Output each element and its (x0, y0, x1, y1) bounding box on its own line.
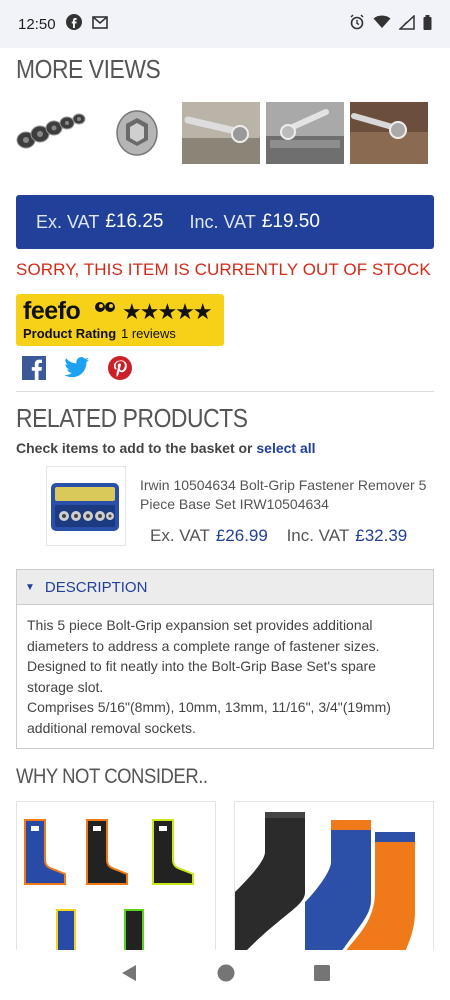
out-of-stock-message: SORRY, THIS ITEM IS CURRENTLY OUT OF STO… (16, 260, 431, 279)
description-sizes: Comprises 5/16"(8mm), 10mm, 13mm, 11/16"… (27, 699, 391, 736)
price-bar: Ex. VAT £16.25 Inc. VAT £19.50 (16, 195, 434, 249)
home-icon[interactable] (217, 964, 235, 987)
more-views-title: MORE VIEWS (16, 54, 161, 84)
system-nav-bar (0, 950, 450, 1000)
battery-icon (423, 14, 432, 34)
status-bar: 12:50 (0, 0, 450, 48)
why-not-consider-title: WHY NOT CONSIDER.. (16, 765, 208, 788)
page-content: MORE VIEWS Ex. VAT £16.25 Inc. VAT £19.5… (0, 48, 450, 950)
product-rating-label: Product Rating (23, 326, 117, 341)
back-icon[interactable] (120, 964, 138, 987)
inc-vat-label: Inc. VAT (189, 211, 256, 232)
related-ex-vat-label: Ex. VAT (150, 526, 210, 545)
inc-vat-price: £19.50 (261, 211, 320, 232)
related-product-name[interactable]: Irwin 10504634 Bolt-Grip Fastener Remove… (140, 476, 430, 514)
rating-stars: ★★★★★ (122, 299, 213, 324)
thumbnail-strip (14, 102, 428, 164)
check-items-hint: Check items to add to the basket or sele… (16, 440, 316, 456)
pinterest-share-icon[interactable] (108, 356, 132, 385)
reviews-count: 1 reviews (121, 326, 176, 341)
related-inc-vat-label: Inc. VAT (286, 526, 350, 545)
related-inc-vat-price: £32.39 (355, 526, 408, 545)
related-ex-vat-price: £26.99 (215, 526, 268, 545)
alarm-icon (349, 14, 365, 34)
description-text: This 5 piece Bolt-Grip expansion set pro… (27, 617, 380, 695)
related-product-prices: Ex. VAT £26.99 Inc. VAT £32.39 (150, 526, 421, 546)
thumb-socket-wrench[interactable] (182, 102, 260, 164)
twitter-share-icon[interactable] (64, 357, 90, 384)
description-toggle[interactable]: ▼ DESCRIPTION (17, 570, 433, 605)
related-product-image[interactable] (46, 466, 126, 546)
thumb-wrench-rail[interactable] (266, 102, 344, 164)
facebook-icon (65, 14, 82, 34)
description-panel: ▼ DESCRIPTION This 5 piece Bolt-Grip exp… (16, 569, 434, 749)
description-body: This 5 piece Bolt-Grip expansion set pro… (17, 605, 433, 748)
mail-icon (91, 15, 108, 33)
divider (16, 391, 434, 392)
wifi-icon (373, 15, 391, 33)
related-products-title: RELATED PRODUCTS (16, 403, 248, 433)
facebook-share-icon[interactable] (22, 356, 46, 385)
feefo-logo: feefo (23, 297, 81, 325)
social-share (22, 356, 132, 385)
select-all-link[interactable]: select all (256, 440, 315, 456)
product-card-boots-1[interactable] (16, 801, 216, 950)
ex-vat-price: £16.25 (105, 211, 164, 232)
product-card-boots-2[interactable] (234, 801, 434, 950)
caret-down-icon: ▼ (25, 581, 35, 593)
feefo-rating-badge[interactable]: feefo ★★★★★ Product Rating 1 reviews (16, 294, 224, 346)
thumb-sockets-set[interactable] (14, 102, 92, 164)
thumb-wrench-bolt[interactable] (350, 102, 428, 164)
status-time: 12:50 (18, 15, 56, 33)
recents-icon[interactable] (314, 964, 331, 986)
check-items-text: Check items to add to the basket or (16, 440, 253, 456)
ex-vat-label: Ex. VAT (36, 211, 100, 232)
thumb-single-socket[interactable] (98, 102, 176, 164)
description-heading: DESCRIPTION (44, 578, 148, 596)
feefo-eyes-icon (94, 300, 116, 318)
signal-icon (398, 13, 415, 34)
